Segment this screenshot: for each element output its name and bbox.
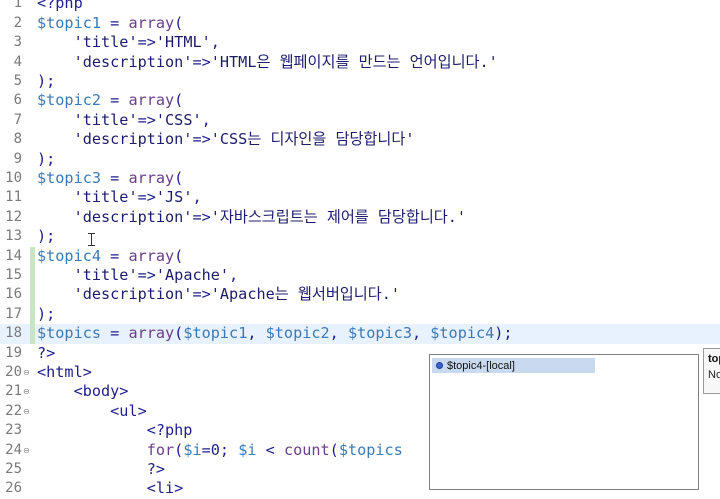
line-number: 12 <box>5 208 22 225</box>
change-marker <box>30 324 35 344</box>
code-line[interactable]: 16 'description'=>'Apache는 웹서버입니다.' <box>0 285 720 305</box>
info-tooltip-line2: No <box>708 369 720 381</box>
code-text: $topic3 = array( <box>37 169 184 187</box>
content-assist-item-label: $topic4-[local] <box>447 359 515 372</box>
line-number: 24 <box>5 441 22 458</box>
info-tooltip-popup: top No <box>703 348 720 394</box>
line-number: 3 <box>13 34 22 51</box>
content-assist-item[interactable]: $topic4-[local] <box>432 358 595 373</box>
code-line[interactable]: 7 'title'=>'CSS', <box>0 111 720 130</box>
code-text: ?> <box>37 343 56 362</box>
code-line[interactable]: 5); <box>0 72 720 91</box>
content-assist-popup[interactable]: $topic4-[local] <box>429 354 699 490</box>
code-text: ); <box>37 304 56 323</box>
line-number: 15 <box>5 267 22 283</box>
code-line[interactable]: 10 $topic3 = array( <box>0 169 720 188</box>
line-number: 21 <box>5 383 22 400</box>
line-number: 23 <box>5 422 22 439</box>
line-number: 10 <box>5 170 22 186</box>
line-number: 9 <box>13 150 22 167</box>
code-line[interactable]: 14 $topic4 = array( <box>0 246 720 266</box>
fold-toggle-icon[interactable]: ⊖ <box>23 382 30 401</box>
code-text: <body> <box>37 382 129 401</box>
info-tooltip-line1: top <box>708 353 720 365</box>
code-text: ); <box>37 227 56 246</box>
code-text: 'description'=>'HTML은 웹페이지를 만드는 언어입니다.' <box>73 52 498 71</box>
code-text: 'title'=>'HTML', <box>73 33 220 52</box>
code-text: $topic1 = array( <box>37 13 184 32</box>
line-number: 19 <box>5 344 22 361</box>
line-number: 11 <box>5 189 22 206</box>
code-text: ); <box>37 72 56 90</box>
code-text: <li> <box>37 479 184 498</box>
line-number: 26 <box>5 480 22 497</box>
local-variable-icon <box>436 362 443 369</box>
line-number: 25 <box>5 461 22 477</box>
code-line[interactable]: 8 'description'=>'CSS는 디자인을 담당합니다' <box>0 130 720 149</box>
line-number: 6 <box>13 92 22 109</box>
code-line[interactable]: 6 $topic2 = array( <box>0 91 720 110</box>
change-marker <box>30 285 35 305</box>
code-text: 'title'=>'Apache', <box>73 266 239 284</box>
code-text: 'description'=>'CSS는 디자인을 담당합니다' <box>73 130 415 149</box>
line-number: 14 <box>5 247 22 264</box>
code-text: ?> <box>37 460 166 478</box>
line-number: 13 <box>5 228 22 245</box>
change-marker <box>30 246 35 266</box>
code-text: <html> <box>37 363 92 381</box>
line-number: 5 <box>13 73 22 89</box>
fold-toggle-icon[interactable]: ⊖ <box>23 441 30 460</box>
code-line[interactable]: 9); <box>0 150 720 169</box>
fold-toggle-icon[interactable]: ⊖ <box>23 363 30 382</box>
line-number: 22 <box>5 402 22 419</box>
code-text: $topic4 = array( <box>37 246 184 265</box>
change-marker <box>30 304 35 325</box>
change-marker <box>30 266 35 286</box>
code-text: 'description'=>'자바스크립트는 제어를 담당합니다.' <box>73 207 467 226</box>
code-text: ); <box>37 149 56 168</box>
code-line[interactable]: 13); <box>0 227 720 246</box>
code-text: <?php <box>37 0 83 13</box>
code-text: <ul> <box>37 401 147 420</box>
line-number: 7 <box>13 111 22 128</box>
code-text: for($i=0; $i < count($topics <box>146 440 403 459</box>
code-line[interactable]: 17); <box>0 304 720 325</box>
fold-toggle-icon[interactable]: ⊖ <box>23 402 30 421</box>
code-line[interactable]: 11 'title'=>'JS', <box>0 188 720 207</box>
line-number: 1 <box>13 0 22 12</box>
code-text: $topics = array($topic1, $topic2, $topic… <box>37 324 513 343</box>
code-text: <?php <box>37 421 193 440</box>
line-number: 17 <box>5 305 22 322</box>
code-line[interactable]: 2 $topic1 = array( <box>0 14 720 33</box>
mouse-ibeam-cursor-icon <box>88 233 95 246</box>
code-line[interactable]: 1 <?php <box>0 0 720 14</box>
line-number: 20 <box>5 364 22 380</box>
line-number: 16 <box>5 286 22 303</box>
code-text: 'description'=>'Apache는 웹서버입니다.' <box>73 285 400 304</box>
code-line[interactable]: 15 'title'=>'Apache', <box>0 266 720 286</box>
line-number: 8 <box>13 131 22 148</box>
line-number: 4 <box>13 53 22 70</box>
code-text: 'title'=>'CSS', <box>73 110 211 129</box>
code-text: 'title'=>'JS', <box>73 188 202 207</box>
line-number: 2 <box>13 14 22 31</box>
code-line[interactable]: 3 'title'=>'HTML', <box>0 33 720 52</box>
code-line[interactable]: 18 $topics = array($topic1, $topic2, $top… <box>0 324 720 344</box>
code-line[interactable]: 12 'description'=>'자바스크립트는 제어를 담당합니다.' <box>0 208 720 227</box>
code-text: $topic2 = array( <box>37 91 184 110</box>
line-number: 18 <box>5 325 22 342</box>
code-line[interactable]: 4 'description'=>'HTML은 웹페이지를 만드는 언어입니다.… <box>0 53 720 72</box>
